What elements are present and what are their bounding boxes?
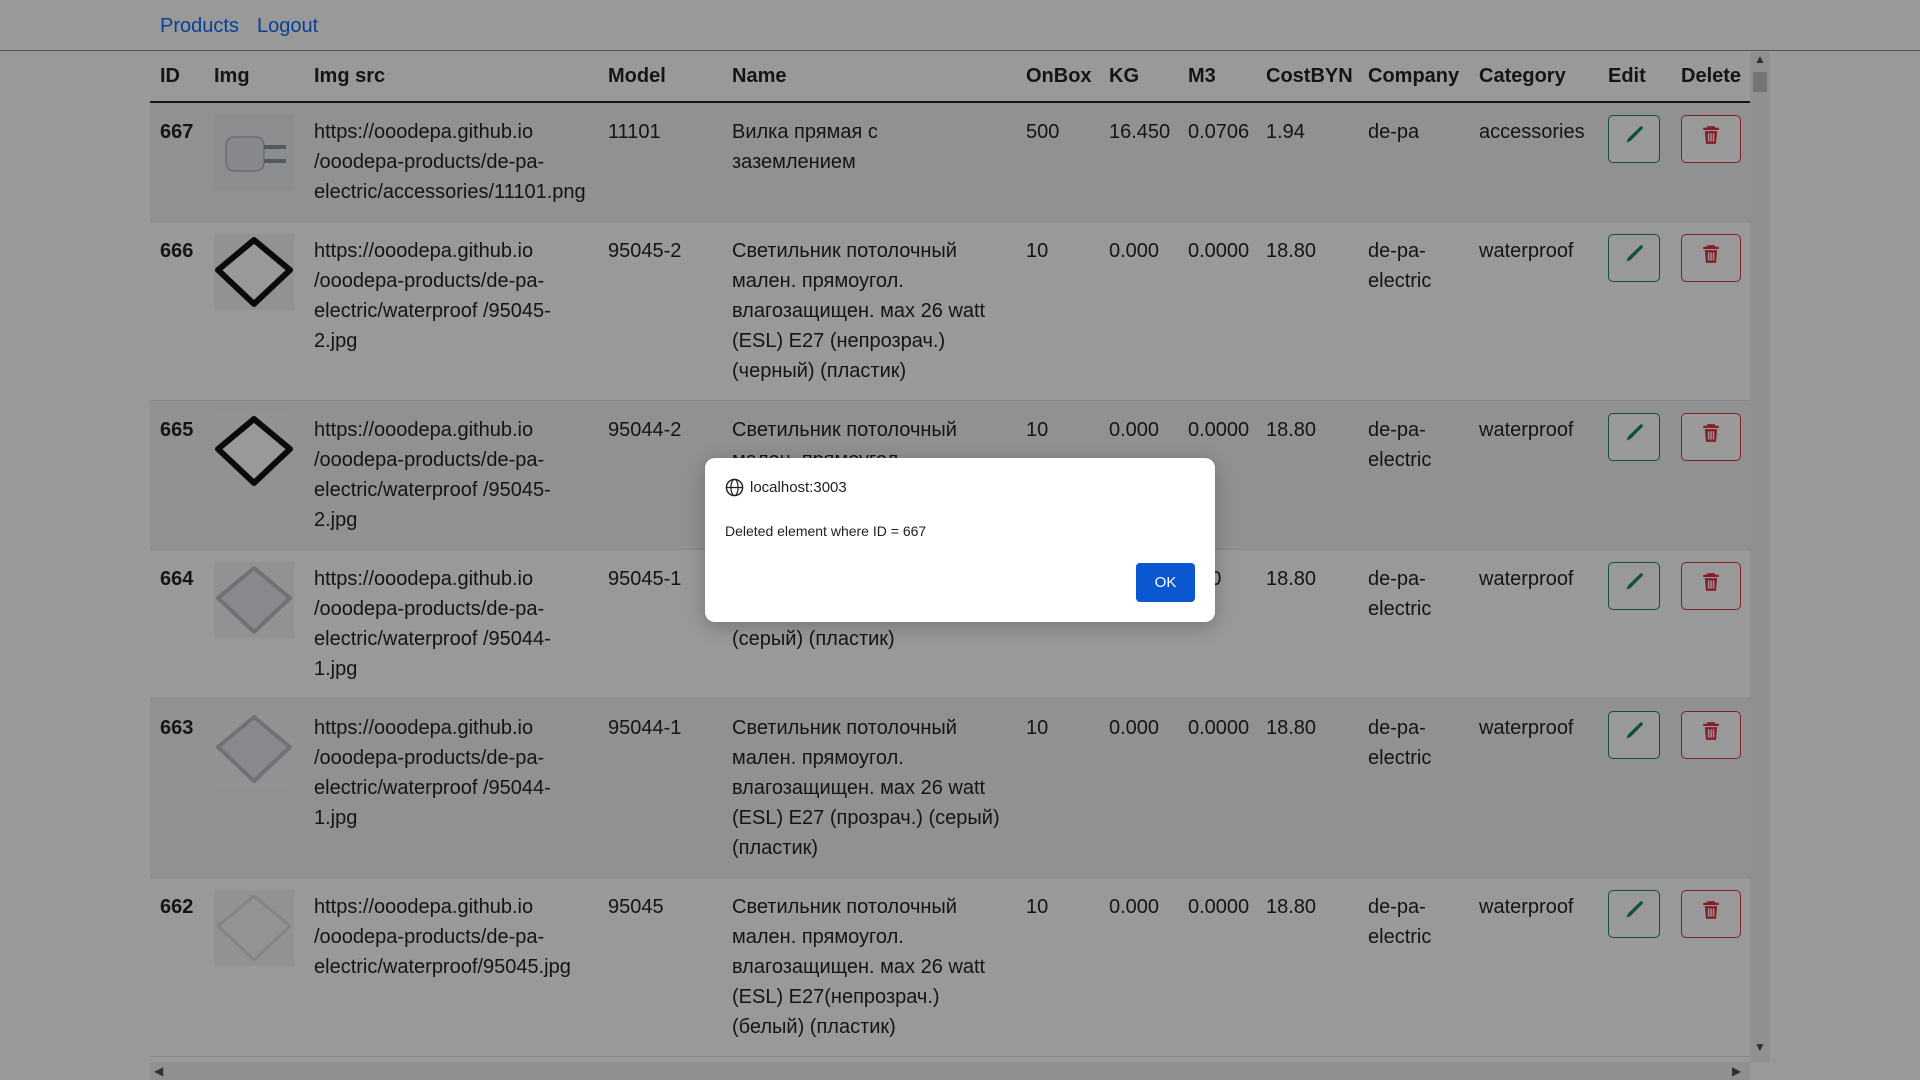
globe-icon (725, 478, 744, 502)
ok-button[interactable]: OK (1136, 563, 1195, 602)
dialog-origin: localhost:3003 (750, 479, 847, 496)
alert-dialog: localhost:3003 Deleted element where ID … (705, 458, 1215, 622)
dialog-message: Deleted element where ID = 667 (725, 523, 927, 539)
